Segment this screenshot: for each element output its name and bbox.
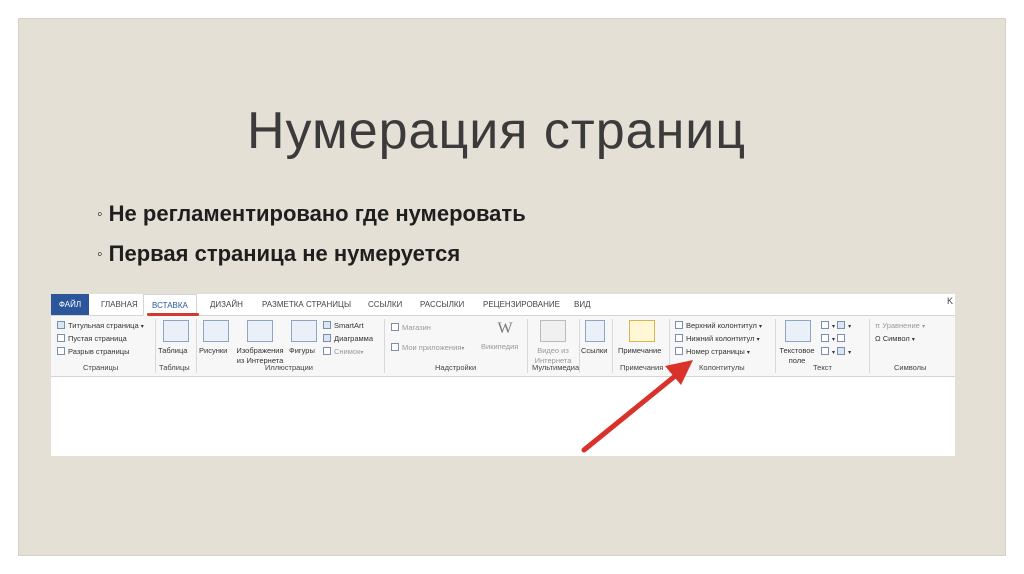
screenshot-button[interactable]: Снимок▾: [323, 346, 363, 359]
group-separator: [527, 319, 528, 373]
tab-design[interactable]: ДИЗАЙН: [210, 294, 243, 315]
tab-references[interactable]: ССЫЛКИ: [368, 294, 402, 315]
apps-icon: [391, 343, 399, 351]
cover-page-icon: [57, 321, 65, 329]
drop-cap-icon: [821, 347, 829, 355]
footer-button[interactable]: Нижний колонтитул ▾: [675, 333, 760, 346]
group-label-pages: Страницы: [83, 363, 119, 372]
group-separator: [612, 319, 613, 373]
tab-review[interactable]: РЕЦЕНЗИРОВАНИЕ: [483, 294, 560, 315]
smartart-icon: [323, 321, 331, 329]
store-button[interactable]: Магазин: [391, 322, 431, 333]
comment-icon: [629, 320, 655, 342]
header-icon: [675, 321, 683, 329]
header-button[interactable]: Верхний колонтитул ▾: [675, 320, 762, 333]
slide: Нумерация страниц ◦ Не регламентировано г…: [18, 18, 1006, 556]
bullet-item: ◦ Не регламентировано где нумеровать: [97, 201, 526, 227]
drop-cap-button[interactable]: ▾ ▾: [821, 346, 851, 359]
chart-button[interactable]: Диаграмма: [323, 333, 373, 344]
bullet-mark: ◦: [97, 246, 103, 263]
comment-button[interactable]: Примечание: [618, 346, 661, 356]
wordart-icon: [821, 334, 829, 342]
page-number-icon: [675, 347, 683, 355]
group-label-addins: Надстройки: [435, 363, 477, 372]
group-separator: [669, 319, 670, 373]
group-separator: [196, 319, 197, 373]
date-time-icon: [837, 334, 846, 342]
signature-icon: [837, 321, 846, 329]
pictures-icon: [203, 320, 229, 342]
shapes-icon: [291, 320, 317, 342]
group-label-header-footer: Колонтитулы: [699, 363, 745, 372]
tab-view[interactable]: ВИД: [574, 294, 591, 315]
blank-page-button[interactable]: Пустая страница: [57, 333, 127, 344]
slide-title: Нумерация страниц: [247, 102, 747, 160]
table-button[interactable]: Таблица: [158, 346, 187, 356]
omega-icon: Ω: [875, 334, 883, 343]
store-icon: [391, 323, 399, 331]
window-control[interactable]: K: [947, 296, 953, 306]
cover-page-button[interactable]: Титульная страница ▾: [57, 320, 144, 333]
text-box-icon: [785, 320, 811, 342]
word-ribbon-screenshot: ФАЙЛ ГЛАВНАЯ ВСТАВКА ДИЗАЙН РАЗМЕТКА СТР…: [51, 294, 955, 456]
tab-mailings[interactable]: РАССЫЛКИ: [420, 294, 464, 315]
quick-parts-icon: [821, 321, 829, 329]
wikipedia-button[interactable]: Википедия: [481, 342, 518, 352]
group-separator: [579, 319, 580, 373]
text-box-button[interactable]: Текстовое поле: [777, 346, 817, 366]
bullet-item: ◦ Первая страница не нумеруется: [97, 241, 460, 267]
smartart-button[interactable]: SmartArt: [323, 320, 364, 331]
tab-file[interactable]: ФАЙЛ: [51, 294, 89, 315]
ribbon-body: Титульная страница ▾ Пустая страница Раз…: [51, 316, 955, 377]
bullet-mark: ◦: [97, 206, 103, 223]
page-number-button[interactable]: Номер страницы ▾: [675, 346, 750, 359]
symbol-button[interactable]: Ω Символ ▾: [875, 333, 915, 346]
group-separator: [384, 319, 385, 373]
group-separator: [775, 319, 776, 373]
tab-page-layout[interactable]: РАЗМЕТКА СТРАНИЦЫ: [262, 294, 351, 315]
page-break-icon: [57, 347, 65, 355]
wikipedia-icon: W: [497, 320, 513, 337]
group-label-media: Мультимедиа: [532, 363, 580, 372]
my-apps-button[interactable]: Мои приложения▾: [391, 342, 464, 355]
tab-home[interactable]: ГЛАВНАЯ: [101, 294, 138, 315]
ribbon-tab-bar: ФАЙЛ ГЛАВНАЯ ВСТАВКА ДИЗАЙН РАЗМЕТКА СТР…: [51, 294, 955, 316]
object-icon: [837, 347, 846, 355]
screenshot-icon: [323, 347, 331, 355]
online-video-icon: [540, 320, 566, 342]
online-pictures-icon: [247, 320, 273, 342]
group-label-illustrations: Иллюстрации: [265, 363, 313, 372]
blank-page-icon: [57, 334, 65, 342]
pictures-button[interactable]: Рисунки: [199, 346, 227, 356]
links-icon: [585, 320, 605, 342]
group-separator: [869, 319, 870, 373]
group-label-text: Текст: [813, 363, 832, 372]
quick-parts-button[interactable]: ▾ ▾: [821, 320, 851, 333]
chart-icon: [323, 334, 331, 342]
shapes-button[interactable]: Фигуры: [289, 346, 315, 356]
bullet-text: Не регламентировано где нумеровать: [108, 201, 526, 226]
bullet-text: Первая страница не нумеруется: [108, 241, 461, 266]
page-break-button[interactable]: Разрыв страницы: [57, 346, 129, 357]
group-label-comments: Примечания: [620, 363, 664, 372]
footer-icon: [675, 334, 683, 342]
table-icon: [163, 320, 189, 342]
group-label-tables: Таблицы: [159, 363, 190, 372]
links-button[interactable]: Ссылки: [581, 346, 607, 356]
wordart-button[interactable]: ▾: [821, 333, 848, 346]
equation-button[interactable]: π Уравнение ▾: [875, 320, 925, 333]
group-separator: [155, 319, 156, 373]
group-label-symbols: Символы: [894, 363, 927, 372]
